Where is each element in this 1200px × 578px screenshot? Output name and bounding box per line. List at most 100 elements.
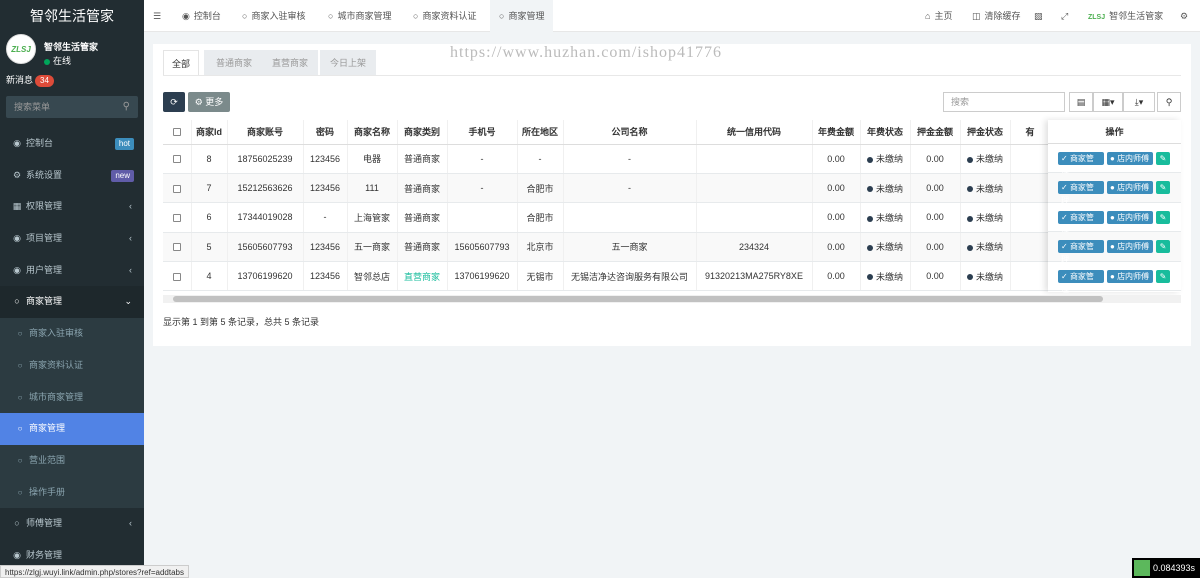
sidebar-item-settings[interactable]: ⚙ 系统设置 new xyxy=(0,160,144,192)
column-header[interactable]: 手机号 xyxy=(447,120,518,145)
horizontal-scrollbar[interactable] xyxy=(163,295,1181,303)
row-checkbox[interactable] xyxy=(163,144,192,174)
sidebar-item-permissions[interactable]: ▦ 权限管理 ‹ xyxy=(0,191,144,223)
store-staff-button[interactable]: ● 店内师傅 xyxy=(1107,210,1153,224)
tab-dashboard[interactable]: ◉ 控制台 xyxy=(182,0,221,32)
tab-direct-merchants[interactable]: 直营商家 xyxy=(262,50,318,76)
sidebar-item-technicians[interactable]: ○ 师傅管理 ‹ xyxy=(0,508,144,540)
gear-icon[interactable]: ⚙ xyxy=(1180,0,1188,32)
sidebar-item-merchants[interactable]: ○ 商家管理 ⌄ xyxy=(0,286,144,319)
column-header[interactable]: 商家类别 xyxy=(397,120,448,145)
row-checkbox[interactable] xyxy=(163,261,192,292)
row-checkbox[interactable] xyxy=(163,202,192,233)
sidebar-item-projects[interactable]: ◉ 项目管理 ‹ xyxy=(0,223,144,255)
pencil-icon: ✎ xyxy=(1159,212,1167,222)
home-link[interactable]: ⌂ 主页 xyxy=(925,0,952,32)
column-header[interactable]: 密码 xyxy=(303,120,348,145)
tab-merchant-review[interactable]: ○ 商家入驻审核 xyxy=(242,0,305,32)
store-staff-button[interactable]: ● 店内师傅 xyxy=(1107,240,1153,254)
column-header[interactable]: 统一信用代码 xyxy=(696,120,813,145)
language-icon[interactable]: ▧ xyxy=(1034,0,1043,32)
sidebar-item-merchant-management[interactable]: ○ 商家管理 xyxy=(0,413,144,445)
status-dot-icon xyxy=(866,186,873,193)
merchant-manage-button[interactable]: ✓ 商家管理 xyxy=(1058,210,1104,235)
sidebar-item-city-merchants[interactable]: ○ 城市商家管理 xyxy=(0,381,144,414)
column-header[interactable]: 公司名称 xyxy=(563,120,697,145)
refresh-button[interactable]: ⟳ xyxy=(163,92,185,112)
table-search-input[interactable] xyxy=(943,92,1065,112)
account-menu[interactable]: ZLSJ 智邻生活管家 xyxy=(1088,0,1163,32)
tab-merchant-management[interactable]: ○ 商家管理 xyxy=(490,0,554,32)
sidebar-item-business-scope[interactable]: ○ 营业范围 xyxy=(0,444,144,477)
export-button[interactable]: ⤓▾ xyxy=(1123,92,1155,112)
action-row: ✓ 商家管理 ● 店内师傅 ✎ xyxy=(1048,232,1181,264)
merchant-manage-button[interactable]: ✓ 商家管理 xyxy=(1058,240,1104,264)
tab-normal-merchants[interactable]: 普通商家 xyxy=(204,50,264,76)
brand-title[interactable]: 智邻生活管家 xyxy=(0,0,144,32)
chevron-left-icon: ‹ xyxy=(129,233,132,244)
column-header[interactable]: 商家账号 xyxy=(227,120,304,145)
toggle-view-button[interactable]: ▤ xyxy=(1069,92,1093,112)
sidebar-item-merchant-verification[interactable]: ○ 商家资料认证 xyxy=(0,349,144,382)
column-header[interactable]: 所在地区 xyxy=(517,120,564,145)
edit-button[interactable]: ✎ xyxy=(1156,181,1170,195)
edit-button[interactable]: ✎ xyxy=(1156,240,1170,254)
table-cell: 13706199620 xyxy=(227,261,304,292)
sidebar-item-manual[interactable]: ○ 操作手册 xyxy=(0,476,144,509)
row-checkbox[interactable] xyxy=(163,173,192,204)
sidebar-search-input[interactable] xyxy=(6,96,138,118)
merchant-manage-button[interactable]: ✓ 商家管理 xyxy=(1058,181,1104,205)
table-cell: 合肥市 xyxy=(517,202,564,233)
tab-listed-today[interactable]: 今日上架 xyxy=(320,50,376,76)
columns-button[interactable]: ▦▾ xyxy=(1093,92,1123,112)
merchant-manage-button[interactable]: ✓ 商家管理 xyxy=(1058,152,1104,176)
select-all-checkbox[interactable] xyxy=(163,120,192,145)
fullscreen-icon[interactable]: ⤢ xyxy=(1061,0,1068,32)
store-staff-button[interactable]: ● 店内师傅 xyxy=(1107,152,1153,165)
edit-button[interactable]: ✎ xyxy=(1156,269,1170,283)
menu-toggle-icon[interactable]: ☰ xyxy=(153,0,161,32)
new-messages[interactable]: 新消息 34 xyxy=(0,70,144,90)
clear-cache-button[interactable]: ◫ 清除缓存 xyxy=(972,0,1021,32)
column-header[interactable]: 押金金额 xyxy=(910,120,961,145)
edit-button[interactable]: ✎ xyxy=(1156,152,1170,165)
table-row[interactable]: 6 17344019028- 上海管家 普通商家 合肥市 0.00 未缴纳 0.00 未缴纳 xyxy=(163,202,1051,233)
sidebar-item-label: 用户管理 xyxy=(26,264,63,275)
edit-button[interactable]: ✎ xyxy=(1156,210,1170,224)
sidebar-item-label: 商家管理 xyxy=(29,423,66,434)
table-cell xyxy=(1010,202,1051,233)
online-dot-icon xyxy=(44,58,50,65)
page-timer: 0.084393s xyxy=(1132,558,1200,578)
table-cell: 91320213MA275RY8XE xyxy=(696,261,813,292)
table-cell xyxy=(696,144,813,174)
tab-city-merchants[interactable]: ○ 城市商家管理 xyxy=(328,0,391,32)
table-row[interactable]: 4 13706199620 123456 智邻总店 直营商家 13706199620 无锡市… xyxy=(163,261,1051,292)
table-row[interactable]: 5 15605607793 123456 五一商家 普通商家 15605607793 北京市… xyxy=(163,232,1051,263)
tab-all[interactable]: 全部 xyxy=(163,50,199,76)
scrollbar-thumb[interactable] xyxy=(173,296,1103,302)
column-header[interactable]: 年费金额 xyxy=(812,120,861,145)
search-icon[interactable]: ⚲ xyxy=(123,101,130,112)
more-button[interactable]: ⚙ 更多 xyxy=(188,92,230,112)
merchant-manage-button[interactable]: ✓ 商家管理 xyxy=(1058,269,1104,294)
column-header[interactable]: 商家名称 xyxy=(347,120,398,145)
table-cell: 未缴纳 xyxy=(960,144,1011,174)
column-header[interactable]: 有 xyxy=(1010,120,1051,145)
sidebar-item-users[interactable]: ◉ 用户管理 ‹ xyxy=(0,255,144,287)
store-staff-button[interactable]: ● 店内师傅 xyxy=(1107,269,1153,283)
export-icon: ⤓▾ xyxy=(1134,97,1144,107)
table-row[interactable]: 8 18756025239 123456 电器 普通商家 - - -0.00 未缴纳 0.00 未缴… xyxy=(163,144,1051,174)
table-row[interactable]: 7 15212563626 123456 111 普通商家 - 合肥市 -0.00 未缴纳 0.0… xyxy=(163,173,1051,204)
sidebar-item-merchant-review[interactable]: ○ 商家入驻审核 xyxy=(0,318,144,350)
action-row: ✓ 商家管理 ● 店内师傅 ✎ xyxy=(1048,203,1181,235)
column-header[interactable]: 年费状态 xyxy=(860,120,911,145)
row-checkbox[interactable] xyxy=(163,232,192,263)
action-row: ✓ 商家管理 ● 店内师傅 ✎ xyxy=(1048,173,1181,205)
sidebar-item-dashboard[interactable]: ◉ 控制台 hot xyxy=(0,128,144,160)
column-header[interactable]: 押金状态 xyxy=(960,120,1011,145)
store-staff-button[interactable]: ● 店内师傅 xyxy=(1107,181,1153,195)
tab-merchant-verification[interactable]: ○ 商家资料认证 xyxy=(413,0,476,32)
circle-icon: ○ xyxy=(413,11,419,21)
column-header[interactable]: 商家Id xyxy=(191,120,228,145)
search-toggle-button[interactable]: ⚲ xyxy=(1157,92,1181,112)
